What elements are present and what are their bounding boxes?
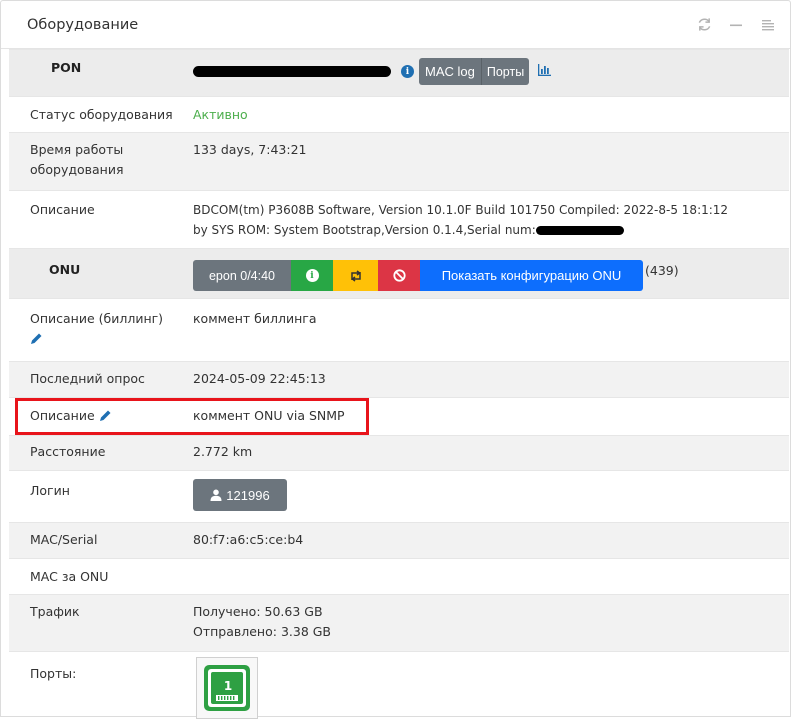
billing-description-label: Описание (биллинг) (30, 311, 164, 326)
info-icon[interactable]: i (401, 65, 414, 78)
onu-label: ONU (49, 262, 81, 277)
mac-behind-onu-label: MAC за ONU (30, 569, 109, 584)
onu-info-button[interactable]: i (291, 260, 333, 291)
redacted-serial (535, 226, 624, 235)
status-label: Статус оборудования (30, 107, 173, 122)
mac-serial-row: MAC/Serial 80:f7:a6:c5:ce:b4 (9, 522, 789, 558)
onu-count: (439) (645, 262, 679, 278)
pon-row: PON i MAC log Порты (9, 49, 789, 96)
panel-tools (696, 17, 776, 33)
onu-delete-button[interactable] (378, 260, 420, 291)
panel-header: Оборудование (1, 1, 790, 49)
onu-row: ONU epon 0/4:40 i Показать конфигурацию … (9, 248, 789, 298)
show-onu-config-button[interactable]: Показать конфигурацию ONU (420, 260, 643, 291)
distance-label: Расстояние (30, 444, 106, 459)
user-icon (210, 489, 222, 501)
chart-icon[interactable] (538, 64, 552, 79)
last-poll-value: 2024-05-09 22:45:13 (193, 371, 326, 386)
pon-ports-button[interactable]: Порты (480, 58, 530, 85)
status-row: Статус оборудования Активно (9, 96, 789, 132)
billing-description-row: Описание (биллинг) коммент биллинга (9, 298, 789, 361)
uptime-label-line2: оборудования (30, 162, 124, 177)
minimize-icon[interactable] (728, 17, 744, 33)
billing-description-value: коммент биллинга (193, 311, 317, 326)
distance-value: 2.772 km (193, 444, 253, 459)
highlight-box (15, 398, 369, 435)
last-poll-label: Последний опрос (30, 371, 145, 386)
onu-reboot-button[interactable] (333, 260, 378, 291)
redacted-pon-name (193, 66, 391, 77)
mac-serial-label: MAC/Serial (30, 532, 98, 547)
description-line2: by SYS ROM: System Bootstrap,Version 0.1… (193, 223, 536, 237)
uptime-label-line1: Время работы (30, 142, 124, 157)
description-label: Описание (30, 202, 95, 217)
traffic-sent: Отправлено: 3.38 GB (193, 624, 332, 639)
mac-behind-onu-row: MAC за ONU (9, 558, 789, 594)
port-number: 1 (223, 679, 233, 693)
status-value: Активно (193, 107, 248, 122)
distance-row: Расстояние 2.772 km (9, 435, 789, 470)
login-button[interactable]: 121996 (193, 479, 287, 511)
ban-icon (392, 269, 406, 282)
onu-port-button[interactable]: epon 0/4:40 (193, 260, 291, 291)
description-line1: BDCOM(tm) P3608B Software, Version 10.1.… (193, 203, 729, 217)
onu-ports-label: Порты: (30, 666, 77, 681)
uptime-row: Время работы оборудования 133 days, 7:43… (9, 132, 789, 190)
info-circle-icon: i (305, 269, 319, 282)
ethernet-port-1[interactable]: 1 (196, 657, 258, 719)
traffic-received: Получено: 50.63 GB (193, 604, 323, 619)
onu-ports-row: Порты: 1 (9, 651, 789, 719)
traffic-label: Трафик (30, 604, 80, 619)
mac-serial-value: 80:f7:a6:c5:ce:b4 (193, 532, 304, 547)
login-row: Логин 121996 (9, 470, 789, 522)
panel-title: Оборудование (27, 16, 139, 33)
menu-icon[interactable] (760, 17, 776, 33)
pencil-icon[interactable] (30, 332, 43, 348)
description-row: Описание BDCOM(tm) P3608B Software, Vers… (9, 190, 789, 248)
retweet-icon (350, 269, 361, 282)
traffic-row: Трафик Получено: 50.63 GB Отправлено: 3.… (9, 594, 789, 651)
refresh-icon[interactable] (696, 17, 712, 33)
pon-label: PON (51, 60, 82, 75)
mac-log-button[interactable]: MAC log (419, 58, 481, 85)
login-value: 121996 (226, 487, 270, 503)
last-poll-row: Последний опрос 2024-05-09 22:45:13 (9, 361, 789, 397)
login-label: Логин (30, 483, 70, 498)
uptime-value: 133 days, 7:43:21 (193, 142, 307, 157)
